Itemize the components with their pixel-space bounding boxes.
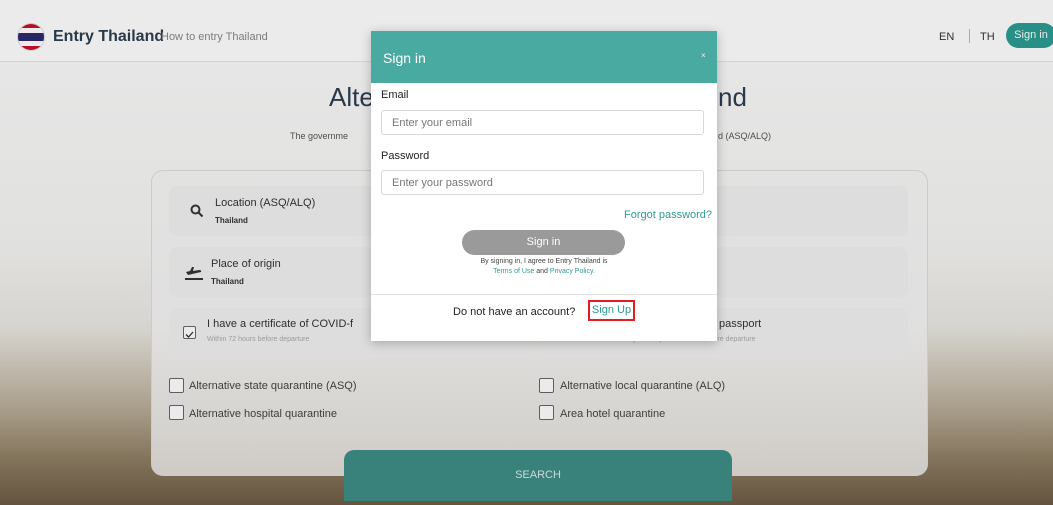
close-icon[interactable]: × <box>701 51 706 60</box>
email-input[interactable] <box>381 110 704 135</box>
terms-text: By signing in, I agree to Entry Thailand… <box>480 258 608 265</box>
terms-links: Terms of Use and Privacy Policy. <box>371 268 717 275</box>
terms-and-text: and <box>536 268 548 275</box>
forgot-password-link[interactable]: Forgot password? <box>624 209 712 221</box>
no-account-text: Do not have an account? <box>453 306 576 318</box>
password-input[interactable] <box>381 170 704 195</box>
modal-title: Sign in <box>383 50 426 66</box>
terms-of-use-link[interactable]: Terms of Use <box>493 268 534 275</box>
password-label: Password <box>381 150 430 162</box>
sign-in-modal: Sign in × Email Password Forgot password… <box>371 31 717 341</box>
sign-in-button[interactable]: Sign in <box>462 230 625 255</box>
modal-header: Sign in × <box>371 31 717 83</box>
modal-divider <box>371 294 717 295</box>
email-label: Email <box>381 89 409 101</box>
privacy-policy-link[interactable]: Privacy Policy. <box>550 268 595 275</box>
sign-up-link[interactable]: Sign Up <box>588 300 635 321</box>
